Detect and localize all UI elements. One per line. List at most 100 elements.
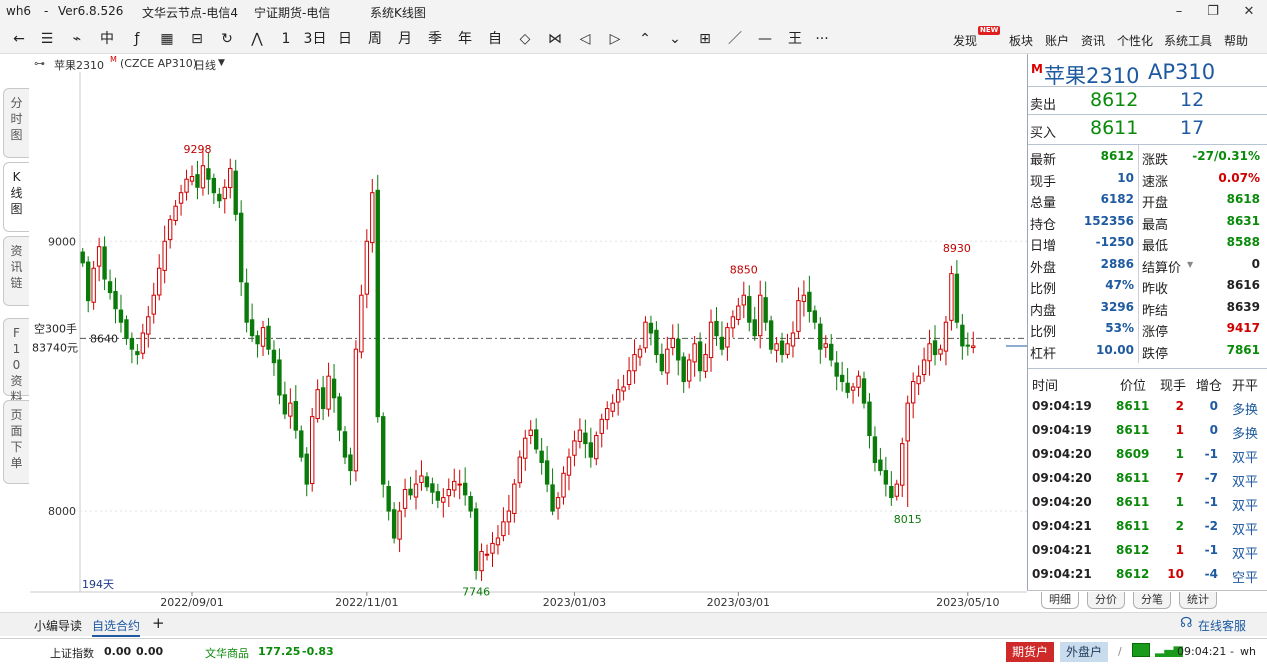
period-custom[interactable]: 自 — [484, 29, 506, 49]
link-icon[interactable]: ⊶ — [34, 57, 45, 70]
grid-icon[interactable]: ▦ — [156, 29, 178, 49]
connection-icon — [1132, 643, 1150, 657]
tab-f10[interactable]: F10资料 — [3, 318, 29, 404]
stat-value: 8612 — [1100, 149, 1134, 163]
trade-row: 09:04:19 8611 1 0 多换 — [1028, 419, 1267, 443]
more-icon[interactable]: ··· — [810, 29, 834, 49]
trade-type: 双平 — [1232, 547, 1259, 562]
tab-order[interactable]: 页面下单 — [3, 400, 29, 484]
timeshare-icon[interactable]: ⌁ — [66, 29, 88, 49]
tab-editor-guide[interactable]: 小编导读 — [34, 617, 82, 634]
period-1min[interactable]: 1 — [278, 29, 294, 49]
layout-icon[interactable]: ⊞ — [694, 29, 716, 49]
minimize-button[interactable]: – — [1164, 2, 1194, 22]
futures-account-button[interactable]: 期货户 — [1006, 642, 1055, 662]
tab-price-dist[interactable]: 分价 — [1087, 592, 1125, 609]
list-icon[interactable]: ☰ — [36, 29, 58, 49]
line-tool-icon[interactable]: ／ — [724, 29, 746, 49]
tab-watchlist[interactable]: 自选合约 — [92, 617, 141, 637]
period-selector[interactable]: 日线 — [194, 57, 216, 73]
candlestick-chart[interactable]: 9000 8000 8640 空300手 83740元 9298 7746 8850 8015 8… — [30, 72, 1028, 612]
candle-body — [91, 267, 96, 303]
stat-label: 外盘 — [1030, 260, 1057, 276]
stats-row: 最新 8612 涨跌 -27/0.31% — [1028, 146, 1267, 168]
restore-button[interactable]: ❐ — [1198, 2, 1228, 22]
price-annotation: 8930 — [943, 242, 971, 255]
menu-account[interactable]: 账户 — [1045, 32, 1069, 49]
stat-value: -1250 — [1095, 235, 1134, 249]
trade-row: 09:04:21 8612 1 -1 双平 — [1028, 539, 1267, 563]
candle-body — [391, 509, 397, 539]
refresh-icon[interactable]: ↻ — [216, 29, 238, 49]
tab-statistics[interactable]: 统计 — [1179, 592, 1217, 609]
zoom-out-icon[interactable]: ⋈ — [544, 29, 566, 49]
period-year[interactable]: 年 — [454, 29, 476, 49]
headset-icon[interactable]: ☊ — [1180, 615, 1192, 631]
stat-label: 开盘 — [1142, 196, 1169, 211]
hline-tool-icon[interactable]: — — [754, 29, 776, 49]
menu-news[interactable]: 资讯 — [1081, 32, 1105, 49]
candle-body — [845, 382, 850, 393]
online-service-link[interactable]: 在线客服 — [1198, 617, 1246, 634]
period-day[interactable]: 日 — [334, 29, 356, 49]
tab-timeshare[interactable]: 分时图 — [3, 88, 29, 158]
quote-panel: M 苹果2310 AP310 卖出 8612 12 买入 8611 17 最新 8… — [1027, 54, 1267, 610]
chart-background — [30, 72, 1028, 612]
menu-sector[interactable]: 板块 — [1009, 32, 1033, 49]
chart-header: ⊶ 苹果2310 M (CZCE AP310) 日线 ▼ — [30, 54, 1030, 72]
fib-tool-icon[interactable]: 王 — [784, 29, 806, 49]
scroll-right-icon[interactable]: ▷ — [604, 29, 626, 49]
menu-tools[interactable]: 系统工具 — [1164, 32, 1212, 49]
bar-count-label: 194天 — [82, 578, 114, 591]
stat-label: 昨收 — [1142, 282, 1169, 297]
bid-row[interactable]: 买入 8611 17 — [1028, 114, 1267, 142]
candle-body — [676, 338, 681, 361]
back-icon[interactable]: ← — [8, 29, 30, 49]
stat-value: 47% — [1105, 278, 1134, 292]
candle-body — [162, 240, 167, 271]
period-quarter[interactable]: 季 — [424, 29, 446, 49]
tab-ticks[interactable]: 分笔 — [1133, 592, 1171, 609]
candle-body — [255, 335, 260, 345]
scroll-down-icon[interactable]: ⌄ — [664, 29, 686, 49]
trade-row: 09:04:20 8609 1 -1 双平 — [1028, 443, 1267, 467]
draw-icon[interactable]: ⋀ — [246, 29, 268, 49]
tab-detail[interactable]: 明细 — [1041, 592, 1079, 609]
candle-body — [850, 386, 856, 391]
foreign-account-button[interactable]: 外盘户 — [1060, 642, 1109, 662]
period-month[interactable]: 月 — [394, 29, 416, 49]
period-week[interactable]: 周 — [364, 29, 386, 49]
chevron-down-icon[interactable]: ▼ — [1187, 260, 1193, 269]
candle-body — [135, 351, 140, 356]
tab-news-chain[interactable]: 资讯链 — [3, 236, 29, 306]
save-icon[interactable]: ⊟ — [186, 29, 208, 49]
period-3day[interactable]: 3日 — [302, 29, 328, 49]
scroll-left-icon[interactable]: ◁ — [574, 29, 596, 49]
candle-body — [916, 375, 921, 385]
candle-body — [129, 337, 135, 350]
candle-body — [452, 480, 457, 491]
trade-volume: 1 — [1175, 495, 1184, 509]
kline-icon[interactable]: 中 — [96, 29, 118, 49]
menu-help[interactable]: 帮助 — [1224, 32, 1248, 49]
zoom-in-icon[interactable]: ◇ — [514, 29, 536, 49]
formula-icon[interactable]: ƒ — [126, 29, 148, 49]
close-button[interactable]: ✕ — [1234, 2, 1264, 22]
chevron-down-icon[interactable]: ▼ — [218, 58, 225, 68]
candle-body — [654, 329, 659, 356]
trade-type: 多换 — [1232, 427, 1259, 442]
add-tab-button[interactable]: + — [152, 614, 165, 632]
menu-personalize[interactable]: 个性化 — [1117, 32, 1153, 49]
candle-body — [643, 321, 648, 349]
candle-body — [375, 189, 380, 418]
menu-discover[interactable]: 发现 — [953, 32, 977, 49]
left-side-tabs: 分时图 K线图 资讯链 F10资料 页面下单 — [0, 72, 30, 612]
app-name: wh6 — [6, 4, 32, 18]
candle-body — [397, 510, 402, 540]
bid-label: 买入 — [1030, 126, 1057, 141]
tab-kline[interactable]: K线图 — [3, 162, 29, 232]
stat-label: 最新 — [1030, 153, 1057, 168]
scroll-up-icon[interactable]: ⌃ — [634, 29, 656, 49]
ask-row[interactable]: 卖出 8612 12 — [1028, 86, 1267, 114]
candle-body — [331, 378, 337, 399]
